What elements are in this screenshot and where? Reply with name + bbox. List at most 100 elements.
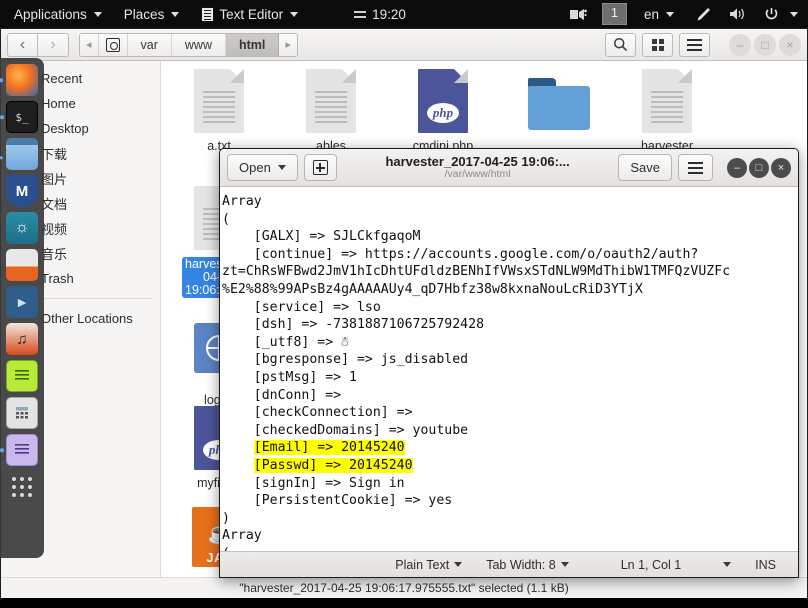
places-menu-label: Places bbox=[123, 6, 165, 22]
chevron-down-icon bbox=[454, 562, 463, 567]
grid-view-button[interactable] bbox=[642, 32, 673, 57]
active-app-menu[interactable]: Text Editor bbox=[190, 0, 309, 28]
applications-menu[interactable]: Applications bbox=[0, 0, 113, 28]
maximize-button[interactable]: □ bbox=[754, 33, 776, 56]
main-menu-button[interactable] bbox=[679, 32, 710, 57]
editor-line: ( bbox=[220, 545, 798, 551]
text-file-icon bbox=[640, 69, 694, 137]
keyboard-layout-label: en bbox=[643, 6, 659, 22]
editor-line: zt=ChRsWFBwd2JmV1hIcDhtUFdldzBENhIfVWsxS… bbox=[222, 264, 731, 280]
running-indicator bbox=[0, 115, 4, 119]
file-manager-statusbar: "harvester_2017-04-25 19:06:17.975555.tx… bbox=[1, 577, 807, 598]
cursor-position[interactable]: Ln 1, Col 1 bbox=[581, 558, 693, 572]
forward-button[interactable]: › bbox=[38, 32, 69, 57]
files-icon[interactable] bbox=[0, 138, 38, 170]
editor-line: [checkedDomains] => youtube bbox=[222, 422, 469, 438]
minimize-button[interactable]: – bbox=[727, 157, 747, 178]
editor-line: [checkConnection] => bbox=[222, 405, 421, 421]
desktop-background-strip bbox=[0, 598, 808, 608]
editor-line: [signIn] => Sign in bbox=[222, 475, 405, 491]
save-button[interactable]: Save bbox=[618, 154, 672, 181]
workspace-indicator[interactable]: 1 bbox=[602, 3, 627, 25]
file-item-harvester[interactable]: harvester bbox=[619, 69, 715, 153]
chevron-down-icon bbox=[93, 11, 102, 17]
editor-line: [Passwd] => 20145240 bbox=[220, 457, 798, 475]
running-indicator bbox=[0, 155, 3, 160]
text-editor-statusbar: Plain Text Tab Width: 8 Ln 1, Col 1 INS bbox=[220, 551, 798, 577]
pen-icon[interactable] bbox=[685, 0, 720, 28]
running-indicator bbox=[0, 448, 4, 452]
show-applications-icon[interactable] bbox=[6, 471, 38, 503]
tab-width-selector[interactable]: Tab Width: 8 bbox=[474, 558, 580, 572]
breadcrumb-root-icon[interactable] bbox=[98, 33, 128, 56]
editor-line: [_utf8] => ☃ bbox=[222, 334, 350, 350]
breadcrumb-prev-button[interactable]: ◂ bbox=[80, 33, 99, 56]
close-button[interactable]: × bbox=[771, 157, 791, 178]
editor-line: ) bbox=[222, 510, 230, 526]
file-item-a-txt[interactable]: a.txt bbox=[171, 69, 267, 153]
breadcrumb-next-button[interactable]: ▸ bbox=[279, 33, 297, 56]
maximize-button[interactable]: □ bbox=[749, 157, 769, 178]
breadcrumb-item-var[interactable]: var bbox=[127, 33, 172, 56]
chevron-down-icon bbox=[290, 11, 299, 17]
editor-line: %E2%88%99APsBz4gAAAAAUy4_qD7Hbfz38w8kxna… bbox=[222, 281, 643, 297]
terminal-icon[interactable]: $_ bbox=[0, 101, 38, 133]
clock[interactable]: 19:20 bbox=[343, 0, 417, 28]
editor-line: [pstMsg] => 1 bbox=[222, 369, 357, 385]
file-manager-status-label: "harvester_2017-04-25 19:06:17.975555.tx… bbox=[239, 581, 569, 595]
text-editor-green-icon[interactable] bbox=[6, 360, 38, 392]
text-editor-content[interactable]: Array( [GALX] => SJLCkfgaqoM [continue] … bbox=[220, 187, 798, 551]
system-tray: 1 en bbox=[561, 0, 808, 28]
camera-icon[interactable] bbox=[561, 0, 596, 28]
close-button[interactable]: × bbox=[779, 33, 801, 56]
music-player-icon[interactable]: ♫ bbox=[6, 323, 38, 355]
breadcrumb-item-html[interactable]: html bbox=[226, 33, 280, 56]
editor-line: [bgresponse] => js_disabled bbox=[222, 352, 469, 368]
new-tab-button[interactable] bbox=[303, 154, 337, 181]
menu-icon bbox=[687, 38, 702, 51]
volume-icon[interactable] bbox=[720, 0, 755, 28]
editor-line: Array bbox=[222, 194, 262, 209]
power-icon[interactable] bbox=[755, 0, 788, 28]
insert-mode: INS bbox=[743, 558, 788, 572]
keyboard-layout[interactable]: en bbox=[633, 0, 685, 28]
file-item-cmdini-php[interactable]: php cmdini.php bbox=[395, 69, 491, 153]
window-controls: – □ × bbox=[726, 33, 801, 56]
file-item-ables[interactable]: ables bbox=[283, 69, 379, 153]
editor-line: [Email] => 20145240 bbox=[220, 439, 798, 457]
applications-menu-label: Applications bbox=[14, 6, 87, 22]
text-editor-purple-icon[interactable] bbox=[0, 434, 38, 466]
menu-icon bbox=[688, 161, 703, 174]
minimize-button[interactable]: – bbox=[729, 33, 751, 56]
sidebar-item-label: 音乐 bbox=[41, 247, 68, 262]
sidebar-item-label: Recent bbox=[41, 71, 83, 86]
highlighted-credential: [Passwd] => 20145240 bbox=[253, 457, 413, 473]
metasploit-icon[interactable]: M bbox=[6, 175, 38, 207]
highlighted-credential: [Email] => 20145240 bbox=[253, 440, 405, 456]
pdf-viewer-icon[interactable] bbox=[6, 249, 38, 281]
chevron-down-icon[interactable] bbox=[790, 11, 798, 17]
file-manager-toolbar: ‹ › ◂ var www html ▸ – □ × bbox=[1, 29, 807, 61]
burpsuite-icon[interactable]: ☼ bbox=[6, 212, 38, 244]
open-button[interactable]: Open bbox=[227, 154, 298, 181]
editor-menu-button[interactable] bbox=[678, 154, 713, 181]
calendar-icon bbox=[354, 10, 367, 18]
chevron-down-icon bbox=[666, 11, 674, 17]
breadcrumb-item-www[interactable]: www bbox=[171, 33, 226, 56]
clock-label: 19:20 bbox=[372, 6, 406, 22]
search-button[interactable] bbox=[605, 32, 636, 57]
position-dropdown[interactable] bbox=[693, 562, 743, 567]
calculator-icon[interactable] bbox=[6, 397, 38, 429]
language-selector[interactable]: Plain Text bbox=[383, 558, 474, 572]
screen-root: Applications Places Text Editor 19:20 1 … bbox=[0, 0, 808, 608]
sidebar-item-label: Desktop bbox=[41, 121, 89, 136]
sidebar-item-label: Home bbox=[41, 96, 76, 111]
search-icon bbox=[613, 37, 628, 52]
text-file-icon bbox=[192, 69, 246, 137]
back-button[interactable]: ‹ bbox=[7, 32, 38, 57]
breadcrumb: ◂ var www html ▸ bbox=[79, 32, 298, 57]
places-menu[interactable]: Places bbox=[113, 0, 191, 28]
video-player-icon[interactable]: ► bbox=[6, 286, 38, 318]
grid-dots bbox=[12, 477, 32, 497]
firefox-icon[interactable] bbox=[0, 64, 38, 96]
